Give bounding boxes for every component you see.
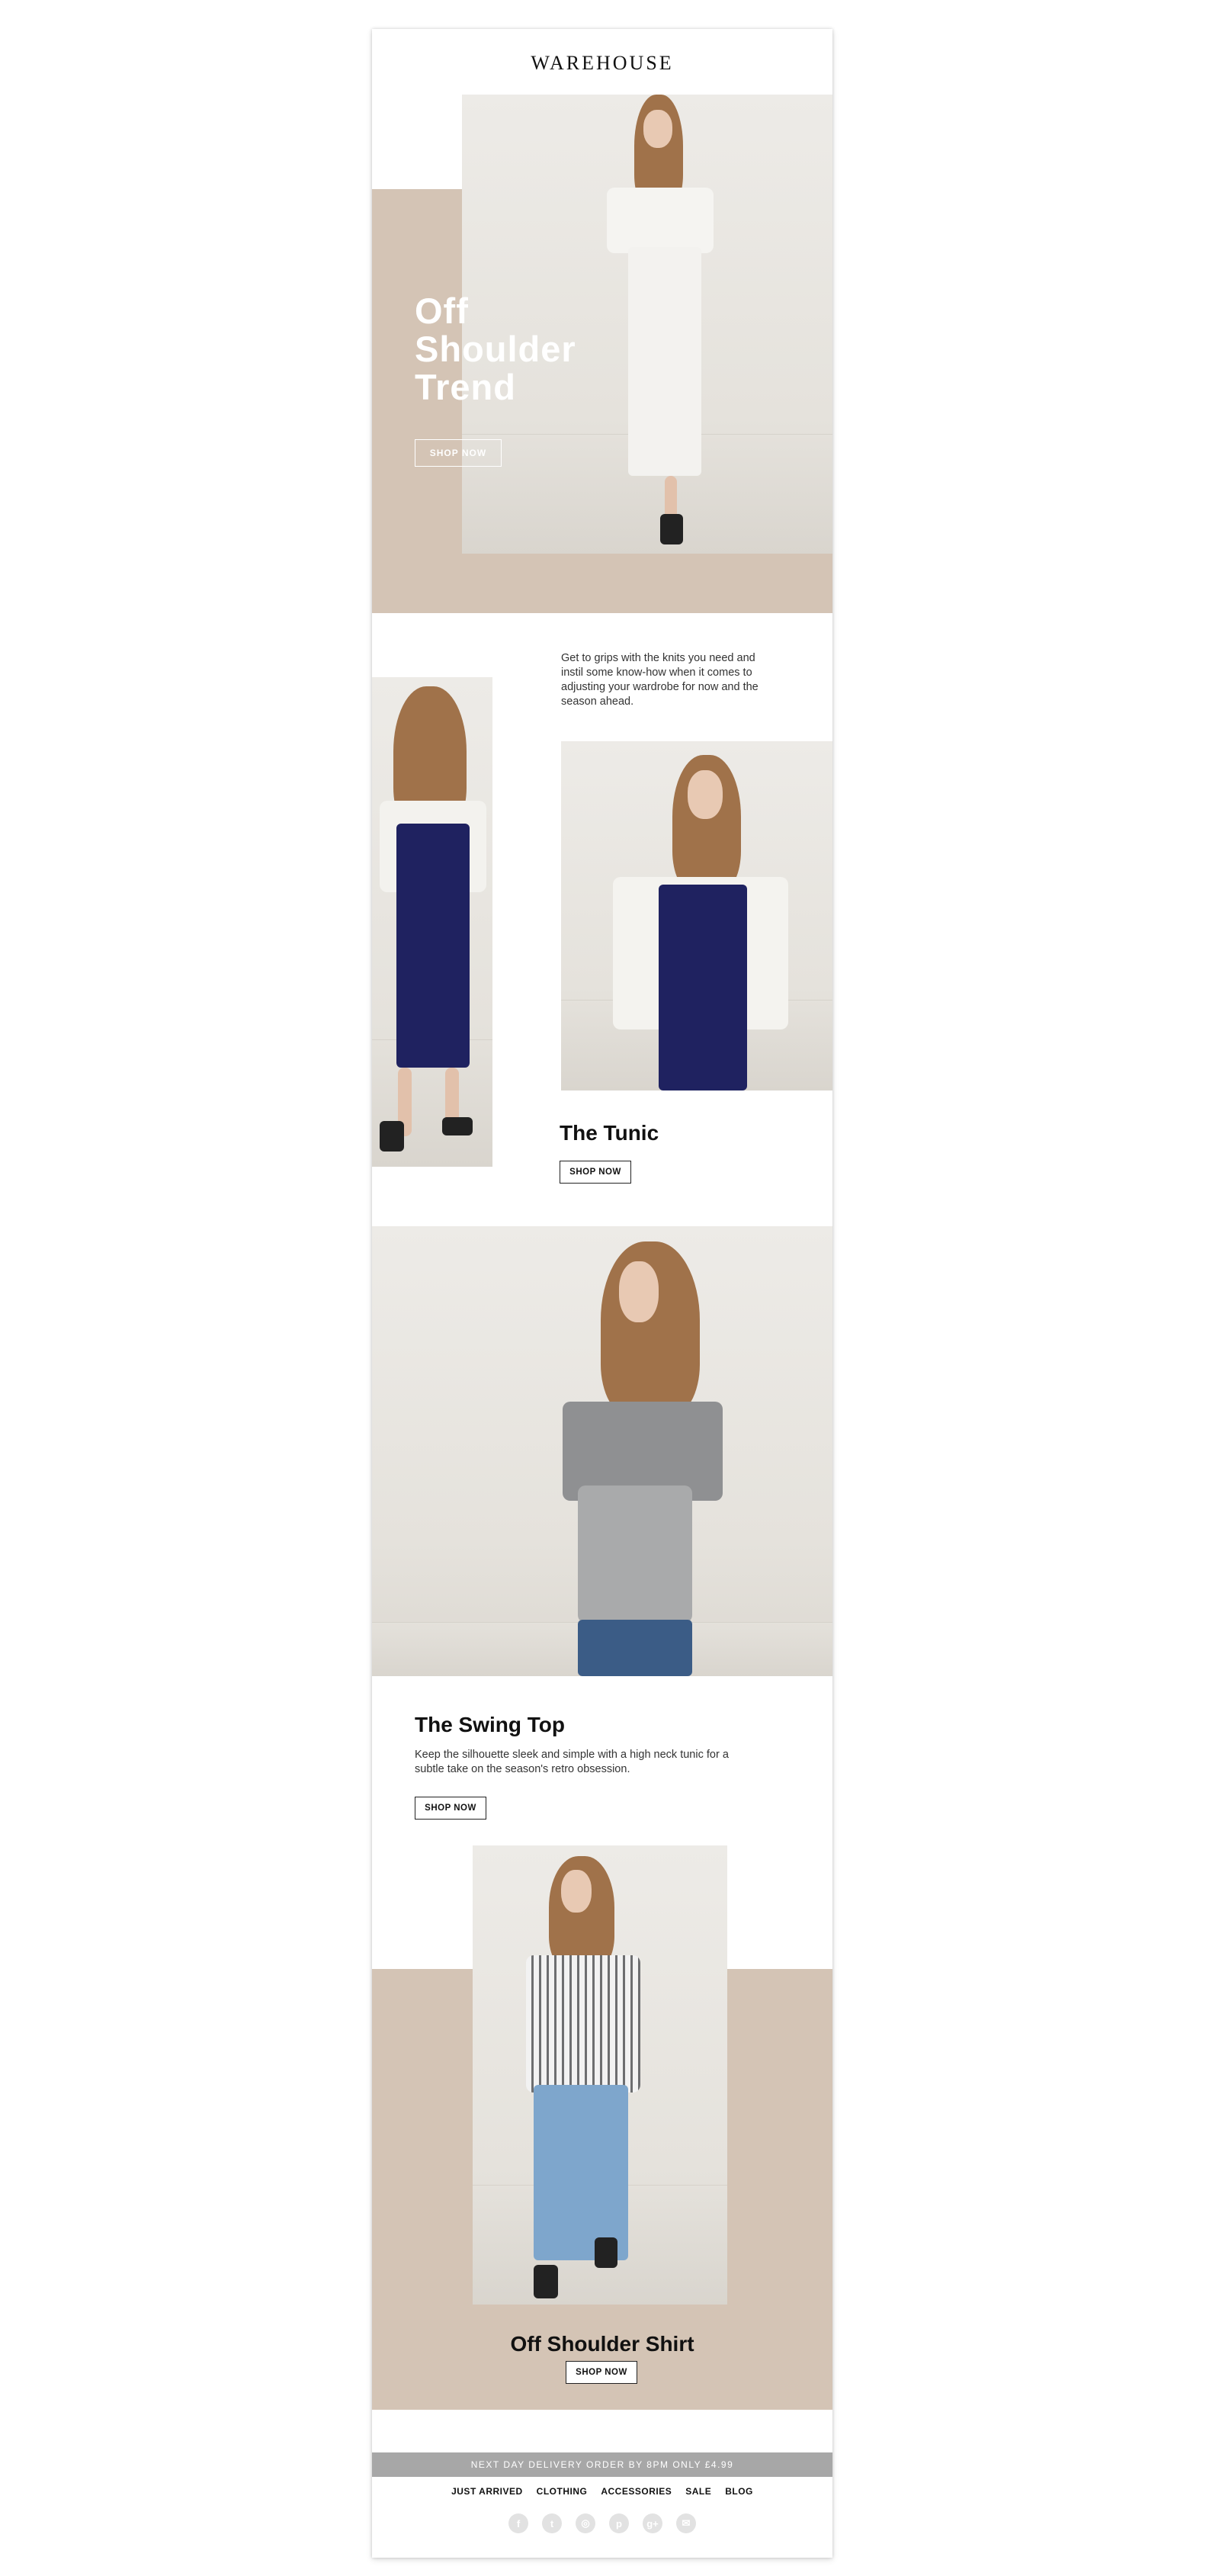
tunic-intro-text: Get to grips with the knits you need and… xyxy=(561,652,759,708)
tunic-shop-now-button[interactable]: SHOP NOW xyxy=(560,1161,631,1184)
google-plus-icon[interactable]: g+ xyxy=(643,2513,662,2533)
hero-title-line-2: Shoulder xyxy=(415,329,576,369)
footer-nav: JUST ARRIVED CLOTHING ACCESSORIES SALE B… xyxy=(372,2486,832,2497)
email-icon[interactable]: ✉ xyxy=(676,2513,696,2533)
email-container: WAREHOUSE Off Shoulder Trend SHOP NOW Ge… xyxy=(372,29,832,2558)
facebook-icon[interactable]: f xyxy=(508,2513,528,2533)
swing-top-title: The Swing Top xyxy=(415,1713,566,1736)
tunic-title: The Tunic xyxy=(560,1121,659,1145)
twitter-icon[interactable]: t xyxy=(542,2513,562,2533)
brand-logo[interactable]: WAREHOUSE xyxy=(372,52,832,75)
footer-nav-clothing[interactable]: CLOTHING xyxy=(537,2486,588,2497)
social-links: f t ◎ p g+ ✉ xyxy=(372,2513,832,2533)
footer-nav-just-arrived[interactable]: JUST ARRIVED xyxy=(451,2486,523,2497)
hero-title: Off Shoulder Trend xyxy=(415,292,582,406)
footer-nav-accessories[interactable]: ACCESSORIES xyxy=(601,2486,672,2497)
tunic-front-photo[interactable] xyxy=(561,741,832,1090)
shirt-photo[interactable] xyxy=(473,1845,727,2305)
hero-shop-now-button[interactable]: SHOP NOW xyxy=(415,439,502,467)
shirt-title: Off Shoulder Shirt xyxy=(510,2332,694,2356)
hero-title-line-3: Trend xyxy=(415,367,516,407)
hero-title-line-1: Off xyxy=(415,291,469,331)
swing-top-photo[interactable] xyxy=(372,1226,832,1676)
pinterest-icon[interactable]: p xyxy=(609,2513,629,2533)
footer-nav-sale[interactable]: SALE xyxy=(685,2486,711,2497)
swing-top-shop-now-button[interactable]: SHOP NOW xyxy=(415,1797,486,1820)
shirt-shop-now-button[interactable]: SHOP NOW xyxy=(566,2361,637,2384)
instagram-icon[interactable]: ◎ xyxy=(576,2513,595,2533)
swing-top-description: Keep the silhouette sleek and simple wit… xyxy=(415,1749,729,1775)
footer-nav-blog[interactable]: BLOG xyxy=(725,2486,753,2497)
tunic-back-photo[interactable] xyxy=(372,677,492,1167)
delivery-banner[interactable]: NEXT DAY DELIVERY ORDER BY 8PM ONLY £4.9… xyxy=(372,2452,832,2477)
